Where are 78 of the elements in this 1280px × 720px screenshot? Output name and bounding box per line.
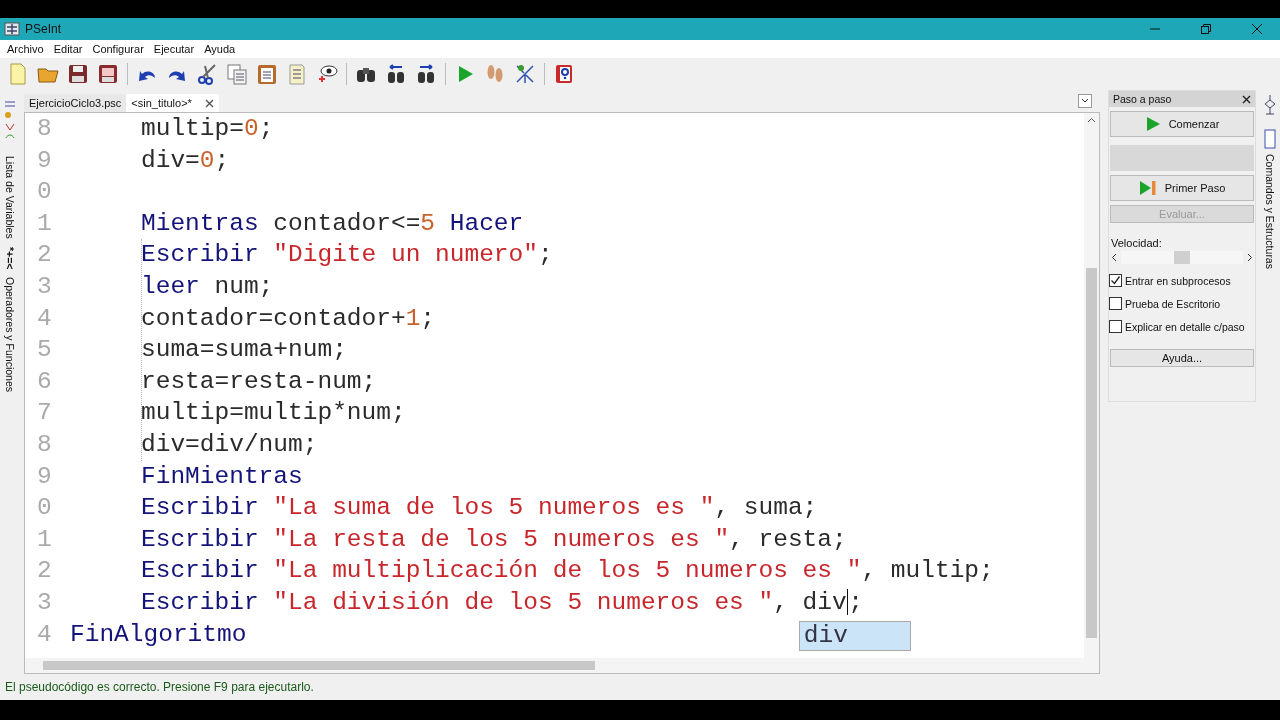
code-line: resta=resta-num; <box>140 366 377 397</box>
help-button[interactable]: Ayuda... <box>1110 349 1254 367</box>
code-line: multip=0; <box>140 114 274 144</box>
menu-item[interactable]: Configurar <box>87 43 149 55</box>
autocomplete-item[interactable]: div <box>799 621 910 650</box>
line-number: 8 <box>36 114 53 144</box>
file-tab[interactable]: <sin_titulo>* <box>126 94 219 112</box>
vertical-scrollbar[interactable] <box>1084 113 1099 658</box>
close-icon[interactable] <box>204 98 214 108</box>
close-icon[interactable] <box>1251 23 1263 35</box>
window-title: PSeInt <box>25 22 62 36</box>
line-number: 3 <box>36 587 53 618</box>
side-tab[interactable]: Comandos y Estructuras <box>1264 154 1276 269</box>
code-line: Escribir "Digite un numero"; <box>140 240 553 271</box>
page-icon[interactable] <box>1263 128 1277 150</box>
checkbox[interactable] <box>1109 320 1122 333</box>
line-number: 0 <box>36 177 53 208</box>
dropdown-icon[interactable] <box>1078 94 1092 108</box>
code-editor[interactable] <box>24 112 1100 674</box>
checkbox-label: Explicar en detalle c/paso <box>1125 320 1245 333</box>
line-number: 4 <box>36 303 53 334</box>
start-button[interactable]: Comenzar <box>1110 111 1254 137</box>
speed-label: Velocidad: <box>1111 237 1163 249</box>
horizontal-scrollbar[interactable] <box>25 658 1099 673</box>
scroll-right-icon[interactable] <box>1247 253 1253 262</box>
code-line: Mientras contador<=5 Hacer <box>140 208 524 239</box>
status-message: El pseudocódigo es correcto. Presione F9 para ejecutarlo. <box>4 679 315 696</box>
code-line: FinAlgoritmo <box>70 619 247 650</box>
scroll-left-icon[interactable] <box>1111 253 1117 262</box>
menu-item[interactable]: Archivo <box>2 43 49 55</box>
code-line: suma=suma+num; <box>140 335 347 366</box>
line-number: 2 <box>36 556 53 587</box>
app-icon <box>4 21 20 37</box>
line-number: 4 <box>36 619 53 650</box>
code-line: div=0; <box>140 145 230 176</box>
line-number: 0 <box>36 493 53 524</box>
code-line: leer num; <box>140 271 274 302</box>
scroll-up-icon[interactable] <box>1087 117 1096 123</box>
code-line: Escribir "La multiplicación de los 5 numeros es ", multip; <box>140 556 994 587</box>
menu-item[interactable]: Ejecutar <box>148 43 200 55</box>
line-number: 9 <box>36 461 53 492</box>
code-line: multip=multip*num; <box>140 398 406 429</box>
menu-item[interactable]: Editar <box>48 43 88 55</box>
line-number: 7 <box>36 398 53 429</box>
checkbox-label: Prueba de Escritorio <box>1125 297 1221 310</box>
side-tab[interactable]: *+=< <box>4 246 16 270</box>
line-number: 3 <box>36 271 53 302</box>
line-number: 2 <box>36 240 53 271</box>
speed-slider[interactable] <box>1109 251 1255 264</box>
play-icon <box>1144 116 1161 132</box>
line-number: 5 <box>36 335 53 366</box>
file-tab[interactable]: EjercicioCiclo3.psc <box>24 94 127 112</box>
clipboard-icon[interactable] <box>255 62 279 86</box>
code-line: FinMientras <box>140 461 303 492</box>
side-tab[interactable]: Lista de Variables <box>4 156 16 239</box>
side-tab[interactable]: Operadores y Funciones <box>4 277 16 393</box>
scissors-icon[interactable] <box>195 62 219 86</box>
close-icon[interactable] <box>1242 94 1251 104</box>
code-line: div=div/num; <box>140 429 318 460</box>
line-number: 1 <box>36 524 53 555</box>
panel-title: Paso a paso <box>1113 93 1172 105</box>
code-line: contador=contador+1; <box>140 303 436 334</box>
line-number: 1 <box>36 208 53 239</box>
flowchart-icon[interactable] <box>513 62 537 86</box>
text-cursor <box>846 589 849 616</box>
checkbox[interactable] <box>1109 297 1122 310</box>
menu-item[interactable]: Ayuda <box>199 43 241 55</box>
code-line: Escribir "La suma de los 5 numeros es ", suma; <box>140 493 818 524</box>
code-line: Escribir "La resta de los 5 numeros es ", resta; <box>140 524 847 555</box>
checkbox[interactable] <box>1109 274 1122 287</box>
first-step-button[interactable]: Primer Paso <box>1110 175 1254 201</box>
slider-thumb[interactable] <box>1174 251 1190 264</box>
restore-icon[interactable] <box>1200 23 1212 35</box>
checkbox-label: Entrar en subprocesos <box>1125 274 1231 287</box>
line-number: 6 <box>36 366 53 397</box>
line-number: 9 <box>36 145 53 176</box>
step-icon <box>1138 180 1157 196</box>
line-number: 8 <box>36 429 53 460</box>
